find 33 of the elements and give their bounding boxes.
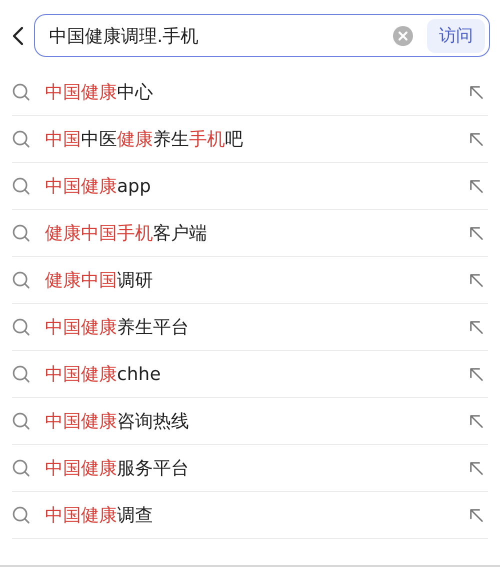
arrow-up-left-icon[interactable]	[469, 508, 484, 522]
arrow-up-left-icon[interactable]	[469, 414, 484, 428]
suggestion-item[interactable]: 中国健康服务平台	[45, 456, 469, 480]
suggestion-item[interactable]: 中国中医健康养生手机吧	[45, 127, 469, 151]
arrow-up-left-icon[interactable]	[469, 460, 484, 476]
arrow-up-left-icon[interactable]	[469, 366, 484, 382]
search-icon	[12, 224, 31, 242]
arrow-up-left-icon[interactable]	[469, 226, 484, 240]
suggestion-item[interactable]: 中国健康调查	[45, 503, 469, 527]
search-icon	[12, 318, 31, 336]
suggestion-item[interactable]: 中国健康chhe	[45, 362, 469, 386]
search-icon	[12, 270, 31, 290]
arrow-up-left-icon[interactable]	[469, 84, 484, 100]
search-icon	[12, 458, 31, 478]
suggestion-item[interactable]: 中国健康中心	[45, 80, 469, 104]
suggestion-item[interactable]: 健康中国调研	[45, 268, 469, 292]
arrow-up-left-icon[interactable]	[469, 178, 484, 194]
arrow-up-left-icon[interactable]	[469, 320, 484, 334]
suggestion-item[interactable]: 中国健康养生平台	[45, 315, 469, 339]
search-icon	[12, 176, 31, 196]
search-icon	[12, 130, 31, 148]
search-field[interactable]: 中国健康调理.手机 访问	[34, 14, 490, 57]
arrow-up-left-icon[interactable]	[469, 132, 484, 146]
suggestion-item[interactable]: 健康中国手机客户端	[45, 221, 469, 245]
search-icon	[12, 412, 31, 430]
back-icon[interactable]	[12, 26, 24, 46]
suggestion-item[interactable]: 中国健康app	[45, 174, 469, 198]
search-icon	[12, 82, 31, 102]
suggestion-item[interactable]: 中国健康咨询热线	[45, 409, 469, 433]
visit-button[interactable]: 访问	[427, 18, 485, 52]
search-icon	[12, 506, 31, 524]
arrow-up-left-icon[interactable]	[469, 272, 484, 288]
search-icon	[12, 364, 31, 384]
